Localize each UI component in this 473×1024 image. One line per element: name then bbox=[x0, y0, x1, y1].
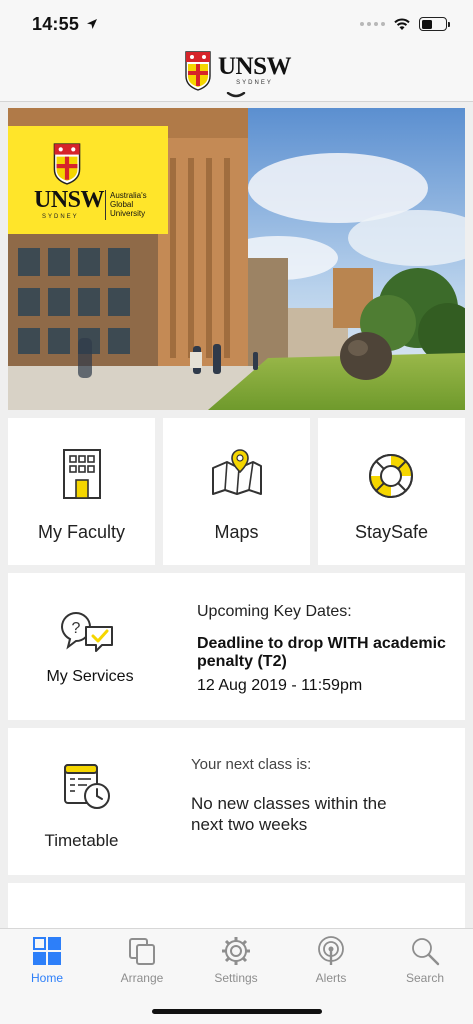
status-bar: 14:55 bbox=[0, 0, 473, 50]
tab-settings[interactable]: Settings bbox=[189, 929, 283, 991]
key-date-event-title[interactable]: Deadline to drop WITH academic penalty (… bbox=[197, 635, 457, 671]
building-icon bbox=[63, 449, 101, 499]
badge-tagline: Australia's Global University bbox=[110, 191, 147, 218]
battery-icon bbox=[419, 17, 450, 31]
header-logo-subtext: SYDNEY bbox=[236, 80, 273, 86]
cellular-signal-icon bbox=[360, 22, 385, 26]
timetable-card[interactable]: Timetable Your next class is: No new cla… bbox=[8, 728, 465, 875]
key-date-event-date: 12 Aug 2019 - 11:59pm bbox=[197, 677, 363, 694]
broadcast-icon bbox=[318, 936, 344, 965]
staysafe-label: StaySafe bbox=[354, 522, 429, 542]
map-pin-icon bbox=[212, 449, 262, 495]
badge-divider bbox=[105, 190, 106, 220]
unsw-crest-icon bbox=[185, 51, 211, 91]
next-class-heading: Your next class is: bbox=[191, 756, 312, 773]
timetable-icon bbox=[64, 764, 110, 809]
search-icon bbox=[412, 938, 440, 966]
app-header: UNSW SYDNEY bbox=[0, 50, 473, 102]
wifi-icon bbox=[394, 18, 410, 30]
tab-search[interactable]: Search bbox=[378, 929, 472, 991]
tab-home[interactable]: Home bbox=[0, 929, 94, 991]
maps-label: Maps bbox=[214, 522, 259, 542]
lifebuoy-icon bbox=[369, 454, 413, 498]
unsw-logo[interactable]: UNSW SYDNEY bbox=[184, 50, 292, 92]
tab-search-label: Search bbox=[405, 971, 445, 985]
maps-tile[interactable]: Maps bbox=[163, 418, 310, 565]
header-logo-text: UNSW bbox=[218, 53, 292, 80]
unsw-crest-icon bbox=[53, 143, 81, 185]
gear-icon bbox=[222, 937, 250, 965]
next-class-value: No new classes within the next two weeks bbox=[191, 794, 387, 834]
home-indicator[interactable] bbox=[152, 1009, 322, 1014]
svg-text:?: ? bbox=[72, 620, 81, 637]
tab-settings-label: Settings bbox=[214, 971, 258, 985]
key-dates-heading: Upcoming Key Dates: bbox=[197, 603, 352, 620]
tab-alerts[interactable]: Alerts bbox=[284, 929, 378, 991]
unsw-brand-badge: UNSW SYDNEY Australia's Global Universit… bbox=[8, 126, 168, 234]
grid-icon bbox=[33, 937, 61, 965]
tab-home-label: Home bbox=[30, 971, 63, 985]
badge-logo-subtext: SYDNEY bbox=[42, 214, 79, 220]
my-services-card[interactable]: ? My Services Upcoming Key Dates: Deadli… bbox=[8, 573, 465, 720]
tab-arrange[interactable]: Arrange bbox=[95, 929, 189, 991]
location-arrow-icon bbox=[87, 19, 97, 29]
my-faculty-label: My Faculty bbox=[37, 522, 125, 542]
tab-alerts-label: Alerts bbox=[315, 971, 347, 985]
badge-logo-text: UNSW bbox=[34, 187, 105, 213]
my-faculty-tile[interactable]: My Faculty bbox=[8, 418, 155, 565]
my-services-label: My Services bbox=[46, 668, 134, 685]
timetable-label: Timetable bbox=[44, 831, 119, 850]
help-chat-icon: ? bbox=[60, 612, 113, 652]
tab-arrange-label: Arrange bbox=[120, 971, 164, 985]
campus-hero-image: UNSW SYDNEY Australia's Global Universit… bbox=[8, 108, 465, 410]
status-time: 14:55 bbox=[32, 14, 80, 34]
copy-icon bbox=[129, 938, 155, 965]
staysafe-tile[interactable]: StaySafe bbox=[318, 418, 465, 565]
chevron-down-icon[interactable] bbox=[226, 92, 246, 98]
